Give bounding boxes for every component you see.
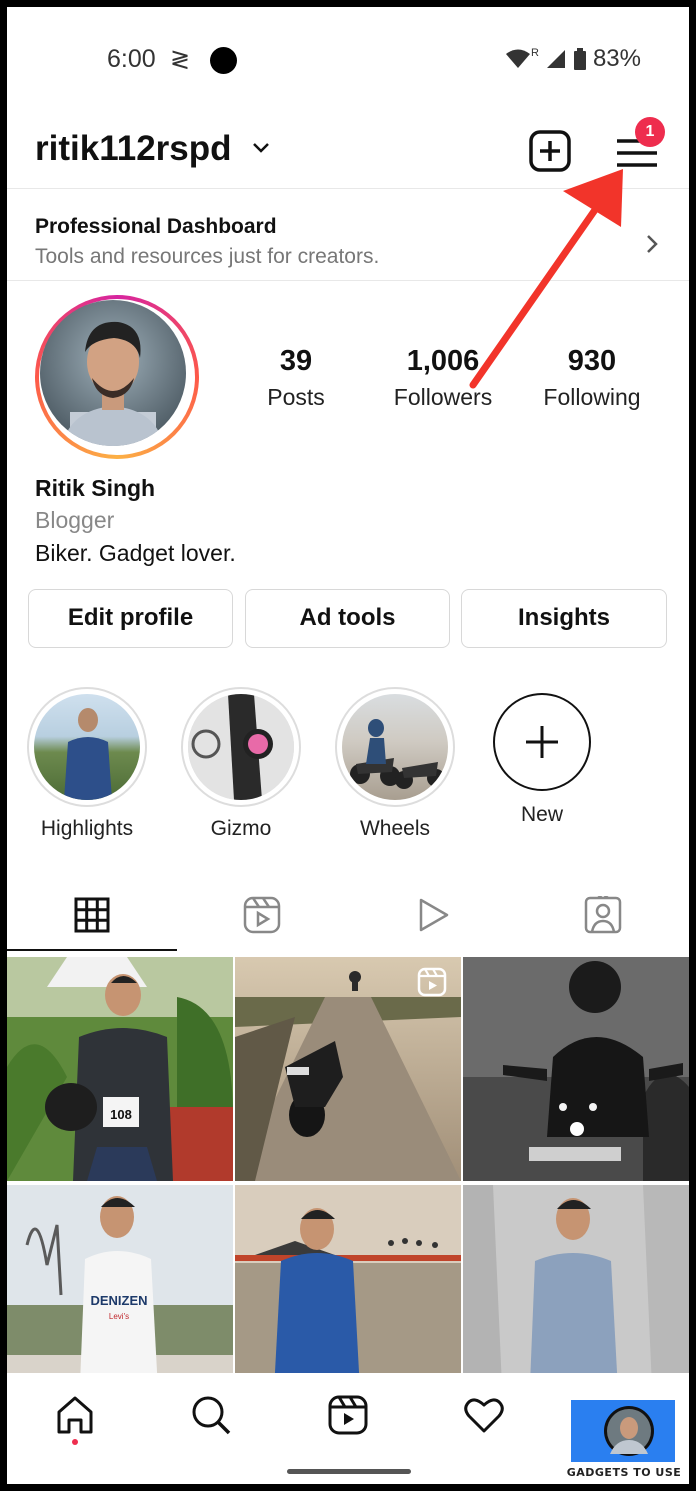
profile-avatar-nav[interactable]	[602, 1404, 656, 1458]
bib-number: 108	[110, 1107, 132, 1122]
search-icon	[192, 1396, 231, 1435]
home-icon	[57, 1396, 93, 1434]
plus-icon	[526, 726, 558, 758]
profile-avatar[interactable]	[35, 295, 199, 459]
reel-icon	[417, 967, 447, 997]
grid-icon	[74, 897, 110, 933]
create-post-icon[interactable]	[528, 129, 572, 173]
phone-screen: 6:00 ≷ R 83% ritik112rspd 1 Professional…	[7, 7, 689, 1484]
divider	[7, 280, 689, 281]
battery-percent: 83%	[592, 45, 641, 72]
profile-name: Ritik Singh	[35, 475, 156, 501]
stat-posts[interactable]: 39 Posts	[226, 345, 366, 411]
profile-category: Blogger	[35, 507, 115, 533]
nav-home[interactable]	[51, 1391, 99, 1439]
post-image-rider: 108	[7, 957, 233, 1181]
post-image-night-bike	[463, 957, 689, 1181]
notification-badge: 1	[635, 117, 665, 147]
tab-grid[interactable]	[7, 877, 177, 953]
chevron-down-icon[interactable]	[251, 141, 271, 155]
professional-dashboard[interactable]: Professional Dashboard Tools and resourc…	[7, 197, 689, 287]
status-bar: 6:00 ≷ R 83%	[7, 7, 689, 107]
highlight-label: Wheels	[359, 817, 431, 840]
new-highlight-circle	[493, 693, 591, 791]
reels-icon	[328, 1395, 368, 1435]
status-extra-icon: ≷	[170, 46, 191, 73]
gesture-bar	[287, 1469, 411, 1474]
highlight-image	[34, 694, 140, 800]
signal-icon	[546, 50, 565, 68]
account-username[interactable]: ritik112rspd	[35, 129, 232, 169]
highlight-item[interactable]: Wheels	[335, 687, 455, 841]
highlight-image	[342, 694, 448, 800]
stat-followers[interactable]: 1,006 Followers	[373, 345, 513, 411]
highlight-label: Highlights	[40, 817, 134, 840]
camera-cutout	[210, 47, 237, 74]
tab-tagged[interactable]	[518, 877, 688, 953]
shirt-brand-text: DENIZEN	[90, 1293, 147, 1308]
highlight-image	[188, 694, 294, 800]
chevron-right-icon	[647, 235, 658, 253]
avatar-photo	[40, 300, 186, 446]
stat-value: 930	[567, 345, 617, 377]
person-portrait	[62, 321, 164, 446]
highlight-cover	[27, 687, 147, 807]
highlight-label: Gizmo	[210, 817, 272, 840]
wifi-icon	[506, 49, 530, 68]
highlight-item[interactable]: Gizmo	[181, 687, 301, 841]
grid-post[interactable]: 108	[7, 957, 233, 1181]
new-highlight-button[interactable]: New	[482, 687, 602, 827]
stat-label: Posts	[267, 384, 325, 410]
nav-search[interactable]	[187, 1391, 235, 1439]
nav-reels[interactable]	[324, 1391, 372, 1439]
status-time: 6:00	[107, 45, 156, 73]
video-icon	[419, 898, 449, 932]
highlight-item[interactable]: Highlights	[27, 687, 147, 841]
heart-icon	[464, 1398, 504, 1433]
insights-button[interactable]: Insights	[461, 589, 667, 648]
stat-value: 39	[279, 345, 313, 377]
grid-post[interactable]	[463, 957, 689, 1181]
shirt-sub-text: Levi's	[109, 1312, 129, 1321]
watermark-logo: GADGETS TO USE	[566, 1400, 682, 1484]
ad-tools-button[interactable]: Ad tools	[245, 589, 450, 648]
tab-videos[interactable]	[348, 877, 518, 953]
divider	[7, 188, 689, 189]
highlight-cover	[181, 687, 301, 807]
nav-activity[interactable]	[460, 1391, 508, 1439]
stat-value: 1,006	[406, 345, 480, 377]
watermark-text: GADGETS TO USE	[566, 1466, 682, 1479]
stat-label: Following	[543, 384, 641, 410]
person-figure	[64, 708, 112, 800]
tagged-icon	[584, 896, 622, 934]
battery-icon	[573, 48, 586, 70]
motorcycles-image	[350, 719, 445, 789]
reels-icon	[243, 896, 281, 934]
edit-profile-button[interactable]: Edit profile	[28, 589, 233, 648]
highlight-cover	[335, 687, 455, 807]
profile-header: ritik112rspd 1	[7, 117, 689, 189]
stat-label: Followers	[393, 384, 493, 410]
dashboard-subtitle: Tools and resources just for creators.	[35, 245, 380, 268]
active-tab-indicator	[7, 949, 177, 951]
tab-reels[interactable]	[177, 877, 347, 953]
profile-tabs	[7, 877, 689, 953]
highlight-label: New	[520, 803, 563, 826]
stat-following[interactable]: 930 Following	[522, 345, 662, 411]
grid-post[interactable]	[235, 957, 461, 1181]
home-active-dot	[72, 1439, 78, 1445]
dashboard-title: Professional Dashboard	[35, 215, 277, 238]
status-right: R 83%	[505, 45, 641, 73]
network-roaming-label: R	[531, 47, 539, 59]
smartwatch-image	[188, 694, 294, 800]
profile-bio: Biker. Gadget lover.	[35, 540, 236, 566]
